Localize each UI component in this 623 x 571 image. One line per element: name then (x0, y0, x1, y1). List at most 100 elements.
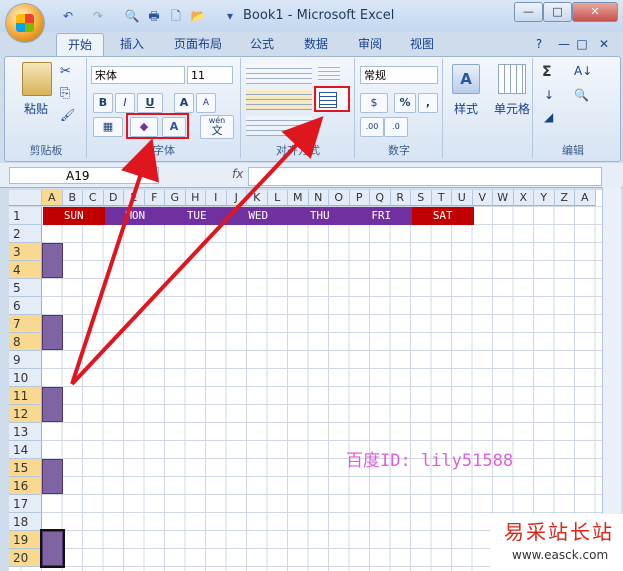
cells-button[interactable]: 单元格 (490, 100, 534, 117)
fill-color-button[interactable]: ◆ (130, 117, 158, 137)
cells-icon[interactable] (498, 64, 526, 94)
grow-font-button[interactable]: A (174, 93, 194, 113)
row-header[interactable]: 5 (9, 279, 42, 297)
column-header[interactable]: A (575, 190, 596, 206)
undo-icon[interactable]: ↶ (60, 8, 76, 24)
row-header[interactable]: 19 (9, 531, 42, 549)
row-header[interactable]: 8 (9, 333, 42, 351)
column-header[interactable]: V (472, 190, 493, 206)
horizontal-align-icons[interactable] (246, 90, 312, 110)
column-header[interactable]: C (83, 190, 104, 206)
row-header[interactable]: 14 (9, 441, 42, 459)
wrap-text-icon[interactable] (318, 64, 340, 82)
format-painter-icon[interactable]: 🖌 (60, 108, 75, 122)
row-header[interactable]: 3 (9, 243, 42, 261)
row-header[interactable]: 13 (9, 423, 42, 441)
open-file-icon[interactable]: 📂 (190, 8, 206, 24)
row-header[interactable]: 18 (9, 513, 42, 531)
indent-icons[interactable] (246, 116, 312, 136)
underline-button[interactable]: U (137, 93, 163, 113)
print-icon[interactable]: 🖶 (146, 8, 162, 24)
clear-icon[interactable]: ◢ (544, 110, 553, 124)
restore-button[interactable]: □ (543, 2, 572, 22)
row-header[interactable]: 17 (9, 495, 42, 513)
column-header[interactable]: A (42, 190, 63, 206)
styles-icon[interactable]: A (452, 64, 480, 94)
copy-icon[interactable]: ⎘ (60, 86, 70, 101)
sort-filter-icon[interactable]: A↓ (574, 64, 592, 78)
font-color-button[interactable]: A (162, 117, 186, 137)
redo-icon[interactable]: ↷ (90, 8, 106, 24)
shrink-font-button[interactable]: A (196, 93, 216, 113)
column-header[interactable]: M (288, 190, 309, 206)
row-header[interactable]: 16 (9, 477, 42, 495)
column-header[interactable]: I (206, 190, 227, 206)
tab-insert[interactable]: 插入 (112, 33, 152, 55)
select-all-corner[interactable] (9, 190, 42, 206)
name-box[interactable]: A19 (9, 167, 159, 184)
row-header[interactable]: 12 (9, 405, 42, 423)
minimize-button[interactable]: — (514, 2, 543, 22)
column-header[interactable]: R (390, 190, 411, 206)
merged-fill-cell[interactable] (42, 315, 63, 350)
column-header[interactable]: G (165, 190, 186, 206)
number-format-select[interactable]: 常规 (360, 66, 438, 84)
column-header[interactable]: B (62, 190, 83, 206)
column-header[interactable]: K (247, 190, 268, 206)
tab-review[interactable]: 审阅 (350, 33, 390, 55)
tab-formulas[interactable]: 公式 (244, 33, 280, 55)
row-header[interactable]: 9 (9, 351, 42, 369)
vertical-align-icons[interactable] (246, 64, 312, 84)
decrease-decimal-button[interactable]: .0 (384, 117, 408, 137)
phonetic-button[interactable]: wén 文 (200, 115, 234, 139)
border-button[interactable]: ▦ (93, 117, 123, 137)
row-header[interactable]: 7 (9, 315, 42, 333)
tab-data[interactable]: 数据 (296, 33, 336, 55)
row-header[interactable]: 10 (9, 369, 42, 387)
styles-button[interactable]: 样式 (446, 100, 486, 117)
column-header[interactable]: U (452, 190, 473, 206)
ribbon-restore-icon[interactable]: □ (574, 33, 590, 55)
column-header[interactable]: O (329, 190, 350, 206)
row-header[interactable]: 2 (9, 225, 42, 243)
day-header-cell[interactable]: THU (289, 207, 351, 225)
column-header[interactable]: L (267, 190, 288, 206)
row-header[interactable]: 4 (9, 261, 42, 279)
customize-qat-icon[interactable]: ▾ (222, 8, 238, 24)
row-header[interactable]: 11 (9, 387, 42, 405)
autosum-icon[interactable]: Σ (542, 64, 552, 80)
tab-home[interactable]: 开始 (56, 33, 104, 56)
column-header[interactable]: T (431, 190, 452, 206)
insert-function-icon[interactable]: fx (232, 167, 243, 181)
ribbon-minimize-icon[interactable]: — (556, 33, 572, 55)
increase-decimal-button[interactable]: .00 (360, 117, 384, 137)
day-header-cell[interactable]: TUE (166, 207, 228, 225)
column-header[interactable]: X (513, 190, 534, 206)
row-header[interactable]: 20 (9, 549, 42, 567)
currency-button[interactable]: $ (360, 93, 388, 113)
cut-icon[interactable]: ✂ (60, 64, 71, 79)
fill-icon[interactable]: ↓ (544, 88, 554, 102)
paste-button[interactable]: 粘贴 (14, 100, 58, 117)
column-header[interactable]: E (124, 190, 145, 206)
comma-button[interactable]: , (418, 93, 438, 113)
ribbon-close-icon[interactable]: ✕ (596, 33, 612, 55)
column-header[interactable]: Q (370, 190, 391, 206)
column-header[interactable]: Z (554, 190, 575, 206)
column-header[interactable]: P (349, 190, 370, 206)
find-select-icon[interactable]: 🔍 (574, 88, 589, 102)
print-preview-icon[interactable]: 🔍 (124, 8, 140, 24)
font-size-select[interactable]: 11 (187, 66, 233, 84)
help-icon[interactable]: ? (530, 33, 548, 55)
row-header[interactable]: 6 (9, 297, 42, 315)
day-header-cell[interactable]: SAT (412, 207, 474, 225)
merged-fill-cell[interactable] (42, 459, 63, 494)
day-header-cell[interactable]: WED (227, 207, 289, 225)
tab-page-layout[interactable]: 页面布局 (166, 33, 230, 55)
close-button[interactable]: ✕ (572, 2, 618, 22)
day-header-cell[interactable]: FRI (350, 207, 412, 225)
formula-input[interactable] (248, 167, 602, 186)
column-header[interactable]: W (493, 190, 514, 206)
column-header[interactable]: Y (534, 190, 555, 206)
new-file-icon[interactable]: 🗋 (168, 8, 184, 24)
